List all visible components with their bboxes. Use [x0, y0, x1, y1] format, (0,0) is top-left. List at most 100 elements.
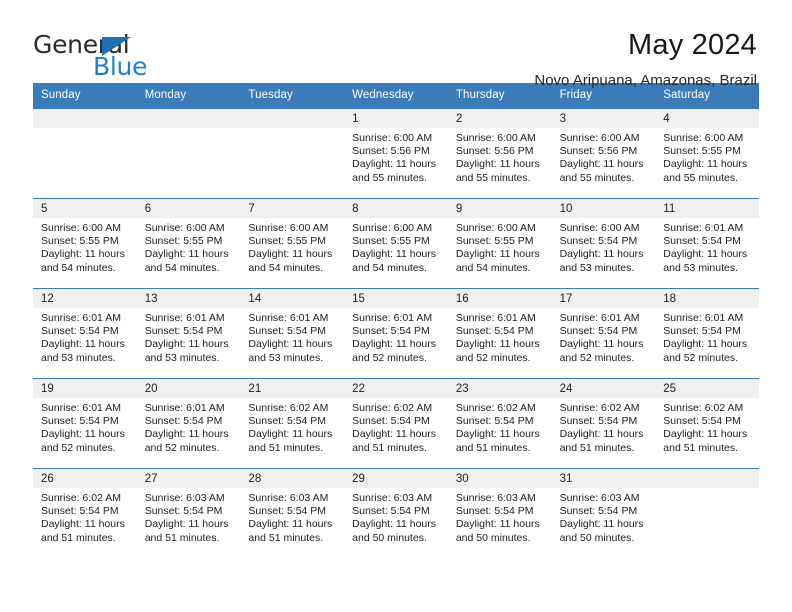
- day-detail-line: Sunset: 5:54 PM: [352, 504, 430, 517]
- day-detail-line: and 54 minutes.: [248, 261, 324, 274]
- day-detail-line: Sunset: 5:54 PM: [559, 234, 638, 247]
- day-detail-line: Sunset: 5:54 PM: [455, 414, 534, 427]
- day-detail-line: Sunrise: 6:00 AM: [559, 131, 640, 144]
- calendar-day-cell[interactable]: 6 Sunrise: 6:00 AM Sunset: 5:55 PM Daylight…: [136, 198, 241, 288]
- calendar-day-cell[interactable]: 9 Sunrise: 6:00 AM Sunset: 5:55 PM Daylight…: [447, 198, 552, 288]
- day-number: 24: [551, 378, 656, 398]
- day-number: 17: [551, 288, 656, 308]
- logo-blue-text: Blue: [93, 52, 148, 81]
- day-detail-lines: Sunrise: 6:00 AM Sunset: 5:55 PM Daylight:…: [344, 218, 448, 276]
- calendar-day-cell[interactable]: 5 Sunrise: 6:00 AM Sunset: 5:55 PM Daylight…: [33, 198, 137, 288]
- weekday-header-row: Sunday Monday Tuesday Wednesday Thursday Frid…: [33, 83, 759, 109]
- calendar-day-cell[interactable]: 4 Sunrise: 6:00 AM Sunset: 5:55 PM Daylight…: [655, 108, 759, 198]
- calendar-day-cell[interactable]: 18 Sunrise: 6:01 AM Sunset: 5:54 PM Dayligh…: [655, 288, 759, 378]
- calendar-day-cell[interactable]: 25 Sunrise: 6:02 AM Sunset: 5:54 PM Dayligh…: [655, 378, 759, 468]
- calendar-day-cell[interactable]: 10 Sunrise: 6:00 AM Sunset: 5:54 PM Dayligh…: [551, 198, 656, 288]
- day-detail-line: Sunrise: 6:00 AM: [455, 221, 536, 234]
- calendar-day-cell[interactable]: 27 Sunrise: 6:03 AM Sunset: 5:54 PM Dayligh…: [136, 468, 241, 558]
- day-detail-line: Daylight: 11 hours: [352, 338, 436, 351]
- day-detail-line: Daylight: 11 hours: [352, 428, 436, 441]
- day-detail-line: Sunset: 5:55 PM: [663, 144, 741, 157]
- calendar-day-cell[interactable]: 8 Sunrise: 6:00 AM Sunset: 5:55 PM Daylight…: [344, 198, 448, 288]
- calendar-day-cell[interactable]: 3 Sunrise: 6:00 AM Sunset: 5:56 PM Daylight…: [551, 108, 656, 198]
- day-detail-line: and 55 minutes.: [663, 171, 738, 184]
- day-detail-line: Daylight: 11 hours: [41, 518, 125, 531]
- calendar-day-cell[interactable]: 1 Sunrise: 6:00 AM Sunset: 5:56 PM Daylight…: [344, 108, 448, 198]
- day-detail-line: Sunrise: 6:03 AM: [248, 491, 329, 504]
- day-detail-line: Sunrise: 6:01 AM: [559, 311, 640, 324]
- calendar-day-cell[interactable]: 14 Sunrise: 6:01 AM Sunset: 5:54 PM Dayligh…: [240, 288, 345, 378]
- day-detail-line: Daylight: 11 hours: [144, 428, 229, 441]
- day-detail-lines: [240, 128, 344, 132]
- day-detail-line: and 52 minutes.: [41, 441, 116, 454]
- weekday-header-sunday: Sunday: [41, 89, 81, 101]
- calendar-day-cell[interactable]: 12 Sunrise: 6:01 AM Sunset: 5:54 PM Dayligh…: [33, 288, 137, 378]
- day-detail-line: Sunset: 5:54 PM: [559, 324, 638, 337]
- day-number: 19: [33, 378, 137, 398]
- day-detail-lines: Sunrise: 6:01 AM Sunset: 5:54 PM Daylight:…: [655, 218, 759, 276]
- day-number: 18: [655, 288, 759, 308]
- calendar-day-cell[interactable]: 26 Sunrise: 6:02 AM Sunset: 5:54 PM Dayligh…: [33, 468, 137, 558]
- calendar-day-cell[interactable]: 13 Sunrise: 6:01 AM Sunset: 5:54 PM Dayligh…: [136, 288, 241, 378]
- day-detail-line: Sunrise: 6:00 AM: [352, 131, 433, 144]
- general-blue-logo[interactable]: General Blue: [33, 28, 208, 81]
- day-number: 1: [344, 108, 448, 128]
- calendar-day-cell[interactable]: 20 Sunrise: 6:01 AM Sunset: 5:54 PM Dayligh…: [136, 378, 241, 468]
- day-number: 9: [447, 198, 552, 218]
- day-detail-lines: Sunrise: 6:02 AM Sunset: 5:54 PM Daylight:…: [655, 398, 759, 456]
- calendar-day-cell[interactable]: 30 Sunrise: 6:03 AM Sunset: 5:54 PM Dayligh…: [447, 468, 552, 558]
- calendar-day-cell[interactable]: 17 Sunrise: 6:01 AM Sunset: 5:54 PM Dayligh…: [551, 288, 656, 378]
- day-detail-line: Daylight: 11 hours: [41, 248, 125, 261]
- calendar-day-cell[interactable]: 29 Sunrise: 6:03 AM Sunset: 5:54 PM Dayligh…: [344, 468, 448, 558]
- day-detail-line: Sunset: 5:56 PM: [352, 144, 430, 157]
- calendar-day-cell[interactable]: 11 Sunrise: 6:01 AM Sunset: 5:54 PM Dayligh…: [655, 198, 759, 288]
- day-number: 26: [33, 468, 137, 488]
- day-detail-line: Sunrise: 6:00 AM: [248, 221, 329, 234]
- day-detail-lines: [137, 128, 241, 132]
- day-detail-line: Sunrise: 6:01 AM: [663, 221, 744, 234]
- day-detail-line: Sunrise: 6:01 AM: [144, 311, 225, 324]
- day-detail-line: and 55 minutes.: [352, 171, 427, 184]
- day-detail-line: and 55 minutes.: [559, 171, 635, 184]
- day-detail-line: Sunset: 5:56 PM: [455, 144, 534, 157]
- day-detail-line: Daylight: 11 hours: [352, 518, 436, 531]
- day-detail-line: and 52 minutes.: [663, 351, 738, 364]
- day-detail-line: Daylight: 11 hours: [248, 248, 333, 261]
- calendar-day-cell[interactable]: 22 Sunrise: 6:02 AM Sunset: 5:54 PM Dayligh…: [344, 378, 448, 468]
- day-detail-line: Sunrise: 6:02 AM: [559, 401, 640, 414]
- calendar-day-cell[interactable]: 16 Sunrise: 6:01 AM Sunset: 5:54 PM Dayligh…: [447, 288, 552, 378]
- day-detail-line: Sunrise: 6:00 AM: [455, 131, 536, 144]
- day-detail-line: and 50 minutes.: [455, 531, 531, 544]
- day-detail-line: Daylight: 11 hours: [663, 428, 748, 441]
- calendar-day-cell[interactable]: 24 Sunrise: 6:02 AM Sunset: 5:54 PM Dayligh…: [551, 378, 656, 468]
- day-detail-lines: Sunrise: 6:00 AM Sunset: 5:55 PM Daylight:…: [33, 218, 137, 276]
- day-detail-line: Daylight: 11 hours: [144, 518, 229, 531]
- day-detail-lines: Sunrise: 6:03 AM Sunset: 5:54 PM Daylight:…: [240, 488, 344, 546]
- calendar-day-cell[interactable]: 21 Sunrise: 6:02 AM Sunset: 5:54 PM Dayligh…: [240, 378, 345, 468]
- calendar-day-cell[interactable]: 23 Sunrise: 6:02 AM Sunset: 5:54 PM Dayligh…: [447, 378, 552, 468]
- day-detail-line: Daylight: 11 hours: [455, 428, 540, 441]
- calendar-day-cell[interactable]: 19 Sunrise: 6:01 AM Sunset: 5:54 PM Dayligh…: [33, 378, 137, 468]
- day-number: 15: [344, 288, 448, 308]
- calendar-day-cell[interactable]: 28 Sunrise: 6:03 AM Sunset: 5:54 PM Dayligh…: [240, 468, 345, 558]
- calendar-day-cell[interactable]: 7 Sunrise: 6:00 AM Sunset: 5:55 PM Daylight…: [240, 198, 345, 288]
- page-header: General Blue May 2024 Novo Aripuana, Ama…: [0, 0, 792, 89]
- day-detail-line: Daylight: 11 hours: [559, 158, 644, 171]
- day-detail-lines: Sunrise: 6:00 AM Sunset: 5:54 PM Daylight:…: [552, 218, 656, 276]
- day-number: 14: [240, 288, 345, 308]
- day-detail-lines: Sunrise: 6:00 AM Sunset: 5:55 PM Daylight:…: [448, 218, 552, 276]
- day-detail-lines: [655, 488, 759, 492]
- day-detail-line: and 52 minutes.: [559, 351, 635, 364]
- day-number: 4: [655, 108, 759, 128]
- calendar-day-cell[interactable]: 31 Sunrise: 6:03 AM Sunset: 5:54 PM Dayligh…: [551, 468, 656, 558]
- day-detail-line: and 55 minutes.: [455, 171, 531, 184]
- day-detail-line: Sunset: 5:54 PM: [455, 504, 534, 517]
- day-detail-line: and 51 minutes.: [248, 531, 324, 544]
- calendar-weeks: 1 Sunrise: 6:00 AM Sunset: 5:56 PM Daylight…: [33, 108, 759, 558]
- calendar-day-cell[interactable]: 15 Sunrise: 6:01 AM Sunset: 5:54 PM Dayligh…: [344, 288, 448, 378]
- day-detail-line: Sunset: 5:54 PM: [248, 324, 327, 337]
- day-number: 13: [136, 288, 241, 308]
- day-detail-lines: Sunrise: 6:00 AM Sunset: 5:56 PM Daylight:…: [552, 128, 656, 186]
- day-detail-line: Daylight: 11 hours: [352, 158, 436, 171]
- calendar-day-cell[interactable]: 2 Sunrise: 6:00 AM Sunset: 5:56 PM Daylight…: [447, 108, 552, 198]
